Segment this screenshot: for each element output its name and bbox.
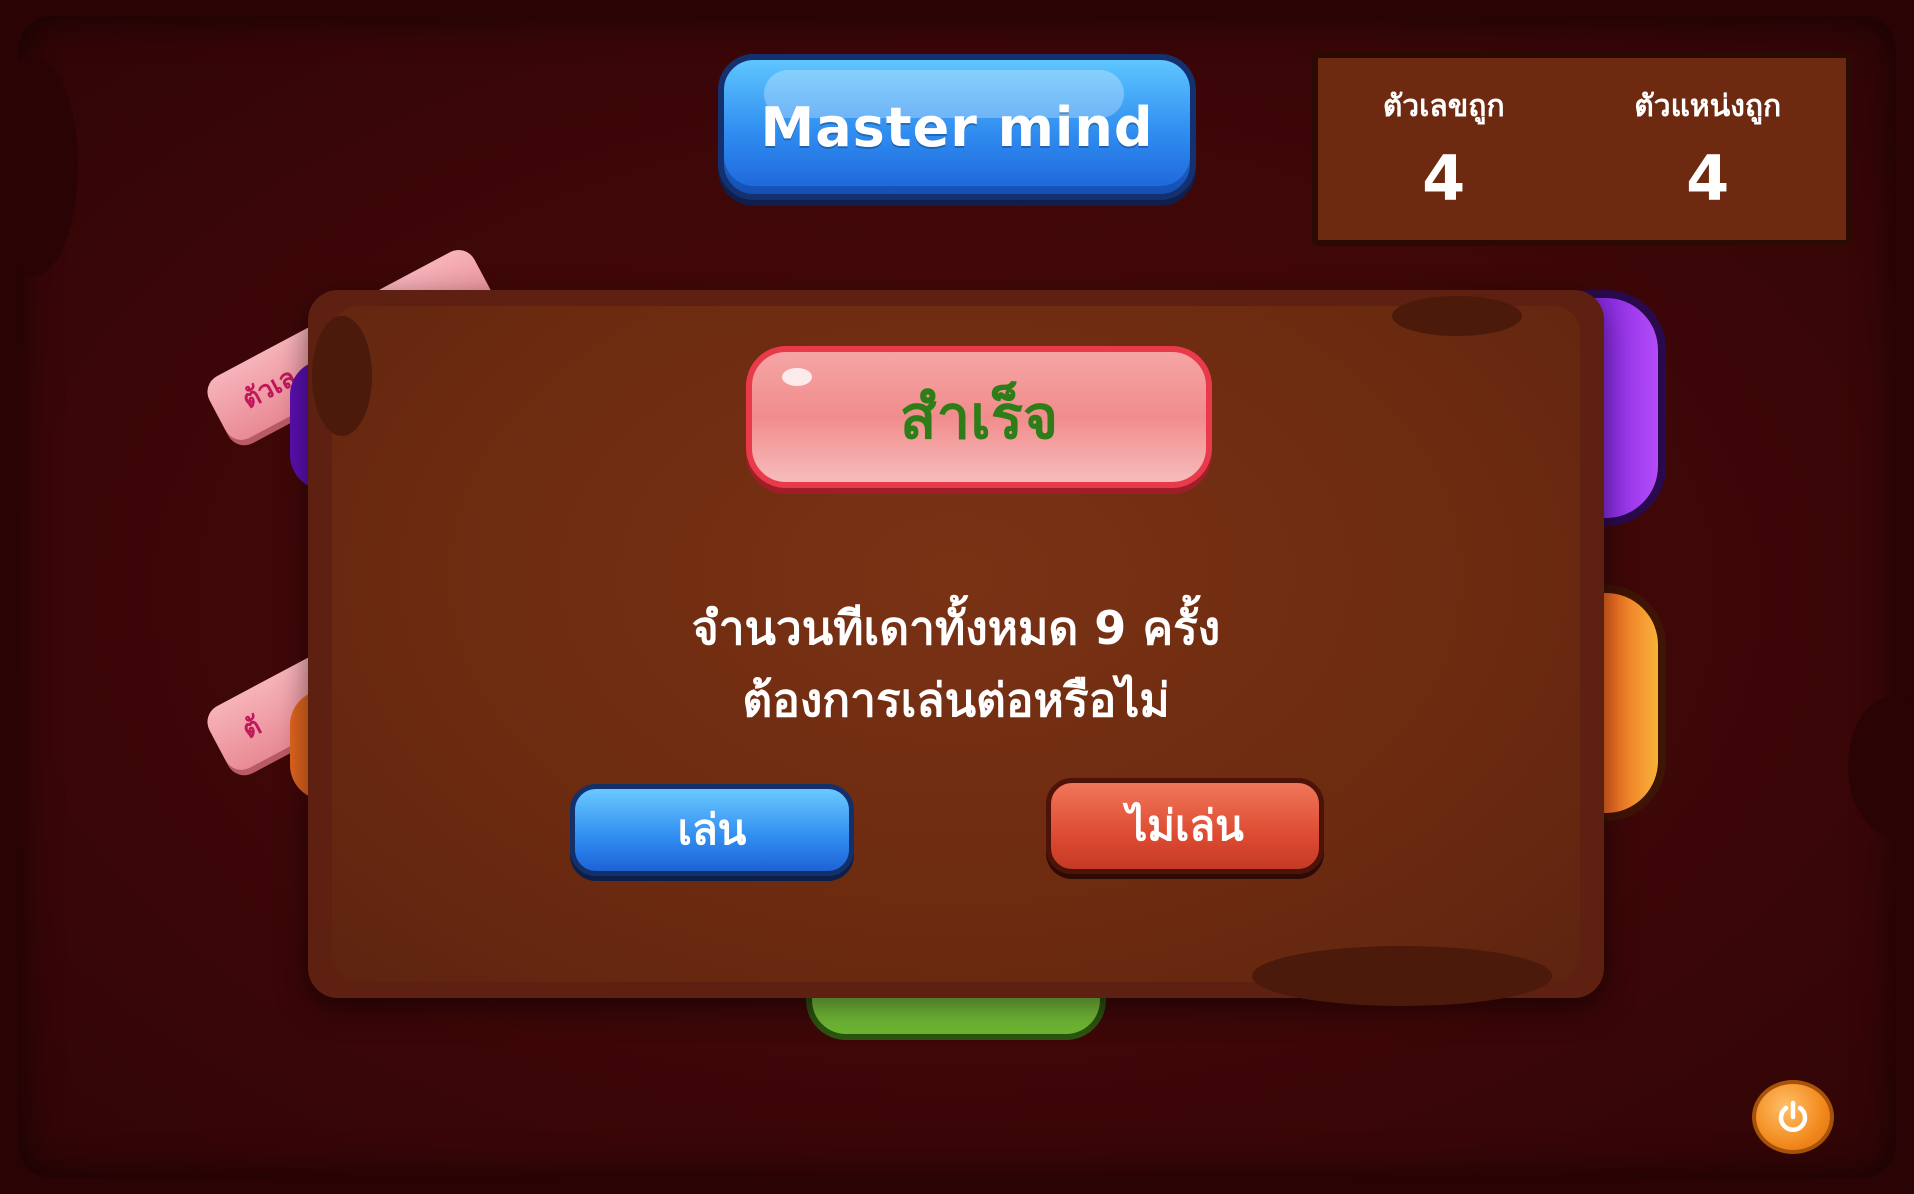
result-dialog-body: สำเร็จ จำนวนทีเดาทั้งหมด 9 ครั้ง ต้องการ… (312, 296, 1580, 1006)
quit-button[interactable]: ไม่เล่น (1046, 778, 1324, 874)
dialog-edge-decoration (1252, 946, 1552, 1006)
page-title: Master mind (760, 95, 1154, 159)
title-banner: Master mind (718, 54, 1196, 200)
correct-positions: ตัวแหน่งถูก 4 (1634, 83, 1781, 215)
correct-positions-value: 4 (1686, 142, 1730, 215)
success-heading: สำเร็จ (899, 382, 1059, 453)
play-again-label: เล่น (677, 805, 747, 854)
result-message: จำนวนทีเดาทั้งหมด 9 ครั้ง ต้องการเล่นต่อ… (332, 592, 1580, 736)
correct-digits: ตัวเลขถูก 4 (1383, 83, 1505, 215)
score-panel: ตัวเลขถูก 4 ตัวแหน่งถูก 4 (1312, 52, 1852, 246)
correct-digits-label: ตัวเลขถูก (1382, 89, 1505, 124)
hint-ribbon-label: ตั (237, 710, 267, 746)
dialog-edge-decoration (1392, 296, 1522, 336)
power-icon (1778, 1100, 1808, 1132)
correct-digits-value: 4 (1422, 142, 1466, 215)
success-badge: สำเร็จ (746, 346, 1212, 488)
power-button[interactable] (1752, 1080, 1834, 1154)
result-message-line2: ต้องการเล่นต่อหรือไม่ (742, 673, 1170, 727)
board-edge-decoration (1848, 696, 1914, 836)
correct-positions-label: ตัวแหน่งถูก (1634, 89, 1782, 124)
board-edge-decoration (0, 56, 78, 276)
badge-gloss (782, 368, 812, 386)
result-message-line1: จำนวนทีเดาทั้งหมด 9 ครั้ง (691, 601, 1221, 655)
play-again-button[interactable]: เล่น (570, 784, 854, 876)
dialog-edge-decoration (312, 316, 372, 436)
quit-label: ไม่เล่น (1126, 801, 1244, 850)
result-dialog: สำเร็จ จำนวนทีเดาทั้งหมด 9 ครั้ง ต้องการ… (308, 290, 1604, 1006)
